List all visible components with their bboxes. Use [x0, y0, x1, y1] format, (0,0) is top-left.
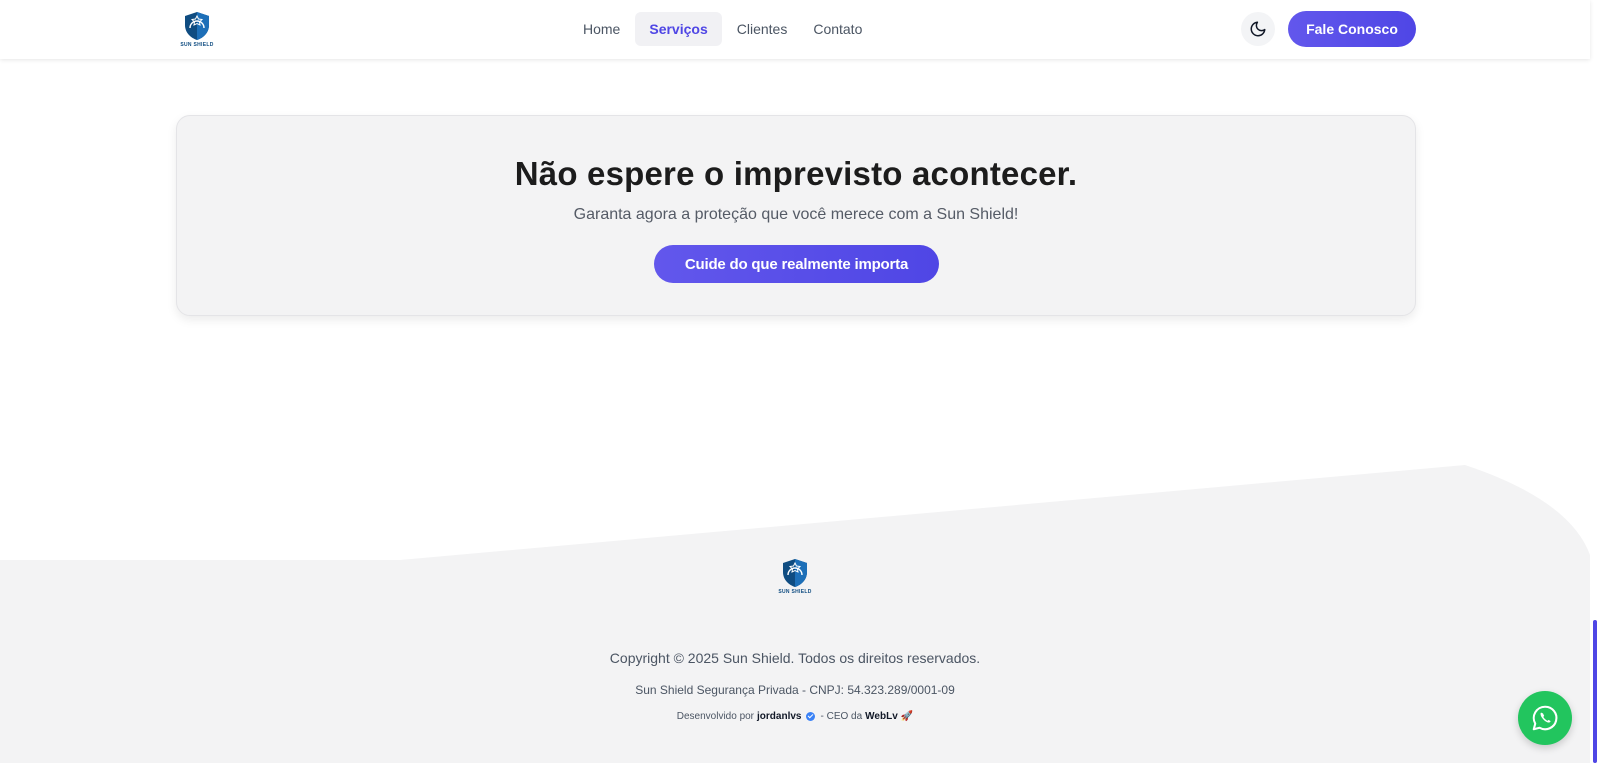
nav-item-contato[interactable]: Contato	[802, 12, 873, 46]
shield-logo-icon	[783, 559, 807, 587]
nav-item-home[interactable]: Home	[572, 12, 631, 46]
rocket-icon: 🚀	[900, 711, 914, 722]
copyright-text: Copyright © 2025 Sun Shield. Todos os di…	[609, 650, 981, 666]
cta-title: Não espere o imprevisto acontecer.	[514, 155, 1078, 192]
developer-credit: Desenvolvido por jordanlvs - CEO da WebL…	[0, 711, 1590, 722]
company-link[interactable]: WebLv	[865, 711, 898, 722]
shield-logo-icon	[185, 12, 209, 40]
theme-toggle-button[interactable]	[1241, 12, 1275, 46]
nav-item-servicos[interactable]: Serviços	[635, 12, 722, 46]
contact-us-button[interactable]: Fale Conosco	[1288, 11, 1416, 47]
logo-text: SUN SHIELD	[180, 42, 214, 48]
scrollbar-thumb[interactable]	[1593, 620, 1597, 763]
cta-card: Não espere o imprevisto acontecer. Garan…	[176, 115, 1416, 316]
cta-button[interactable]: Cuide do que realmente importa	[654, 245, 939, 283]
main-nav: Home Serviços Clientes Contato	[572, 12, 873, 46]
dev-middle: - CEO da	[820, 711, 863, 722]
site-header: SUN SHIELD Home Serviços Clientes Contat…	[0, 0, 1590, 59]
developer-link[interactable]: jordanlvs	[757, 711, 801, 722]
header-logo[interactable]: SUN SHIELD	[179, 11, 215, 48]
logo-text: SUN SHIELD	[778, 589, 812, 595]
nav-item-clientes[interactable]: Clientes	[726, 12, 799, 46]
dev-prefix: Desenvolvido por	[676, 711, 755, 722]
page-scrollbar[interactable]	[1590, 0, 1600, 763]
cta-subtitle: Garanta agora a proteção que você merece…	[573, 206, 1019, 223]
footer-logo[interactable]: SUN SHIELD	[776, 558, 814, 595]
whatsapp-button[interactable]	[1518, 691, 1572, 745]
whatsapp-icon	[1532, 705, 1558, 731]
verified-badge-icon	[806, 712, 816, 721]
moon-icon	[1250, 21, 1266, 37]
company-info: Sun Shield Segurança Privada - CNPJ: 54.…	[635, 683, 955, 697]
